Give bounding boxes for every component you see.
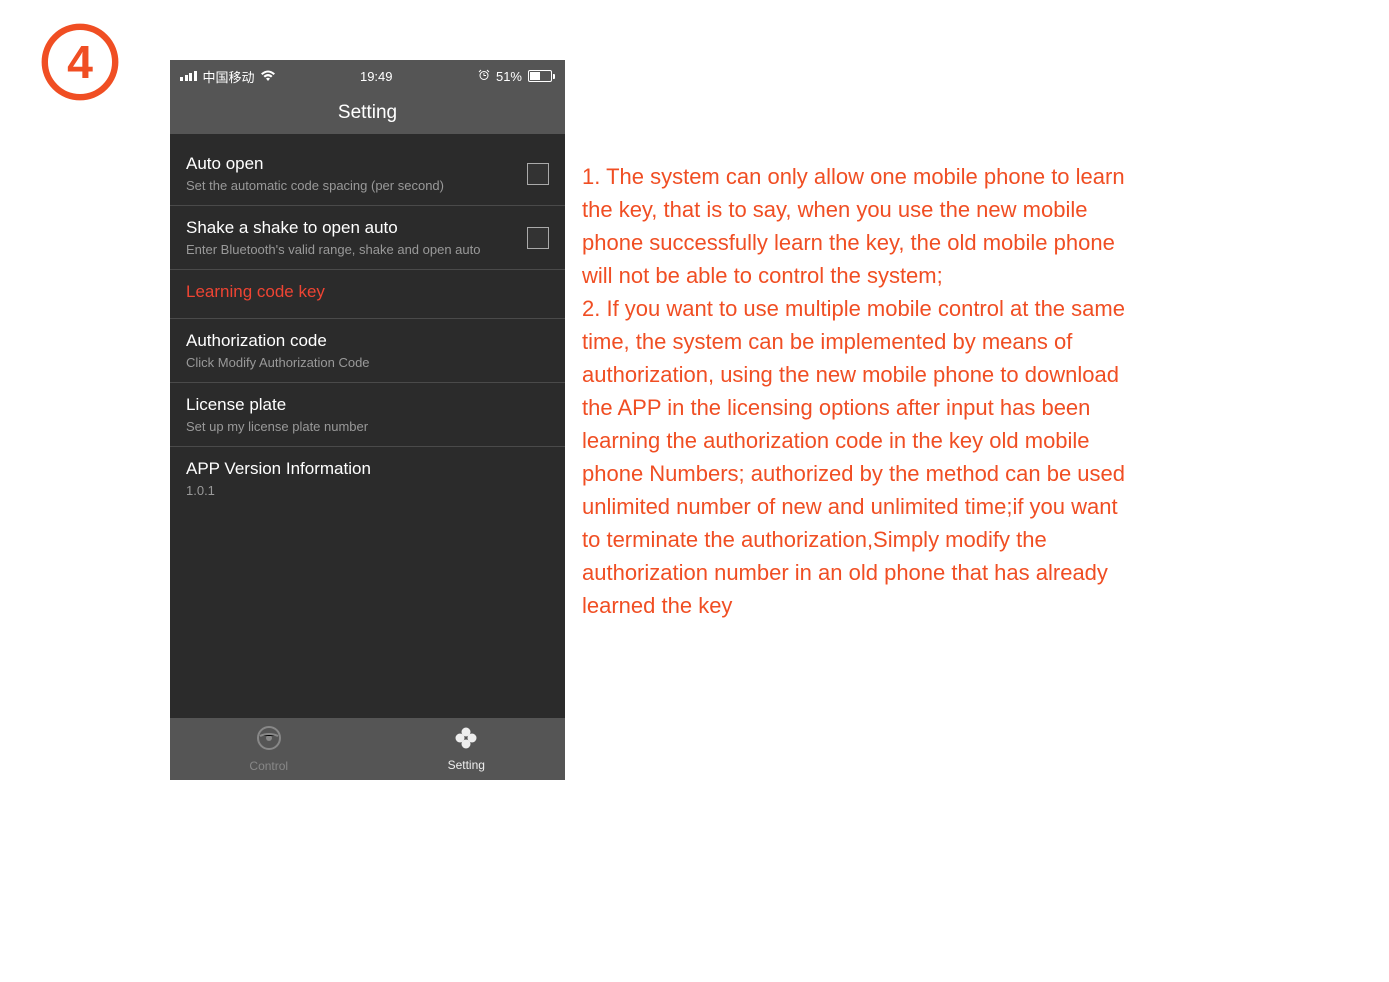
phone-screenshot: 中国移动 19:49 51% Setting Auto open Set the…	[170, 60, 565, 780]
svg-text:4: 4	[67, 36, 93, 88]
carrier-label: 中国移动	[203, 67, 255, 86]
checkbox[interactable]	[527, 227, 549, 249]
instruction-text: 1. The system can only allow one mobile …	[582, 160, 1137, 622]
setting-version-info[interactable]: APP Version Information 1.0.1	[170, 447, 565, 510]
setting-authorization-code[interactable]: Authorization code Click Modify Authoriz…	[170, 319, 565, 383]
setting-title: APP Version Information	[186, 459, 549, 479]
clock: 19:49	[360, 69, 393, 84]
status-bar: 中国移动 19:49 51%	[170, 60, 565, 92]
setting-title: Authorization code	[186, 331, 549, 351]
setting-title: Auto open	[186, 154, 519, 174]
clover-icon	[454, 726, 478, 755]
setting-title: Shake a shake to open auto	[186, 218, 519, 238]
battery-icon	[528, 70, 555, 82]
wifi-icon	[261, 69, 275, 84]
setting-learning-code[interactable]: Learning code key	[170, 270, 565, 319]
tab-control[interactable]: Control	[170, 718, 368, 780]
page-title: Setting	[170, 92, 565, 134]
setting-subtitle: Set up my license plate number	[186, 419, 549, 434]
setting-auto-open[interactable]: Auto open Set the automatic code spacing…	[170, 142, 565, 206]
tab-label: Control	[249, 759, 288, 773]
step-badge: 4	[40, 22, 120, 102]
setting-shake-open[interactable]: Shake a shake to open auto Enter Bluetoo…	[170, 206, 565, 270]
alarm-icon	[478, 69, 490, 84]
checkbox[interactable]	[527, 163, 549, 185]
setting-subtitle: Enter Bluetooth's valid range, shake and…	[186, 242, 519, 257]
steering-wheel-icon	[256, 725, 282, 756]
setting-subtitle: 1.0.1	[186, 483, 549, 498]
battery-percent: 51%	[496, 69, 522, 84]
setting-license-plate[interactable]: License plate Set up my license plate nu…	[170, 383, 565, 447]
setting-title: License plate	[186, 395, 549, 415]
tab-setting[interactable]: Setting	[368, 718, 566, 780]
signal-icon	[180, 71, 197, 81]
tab-label: Setting	[448, 758, 485, 772]
setting-title: Learning code key	[186, 282, 549, 302]
settings-list: Auto open Set the automatic code spacing…	[170, 134, 565, 718]
setting-subtitle: Set the automatic code spacing (per seco…	[186, 178, 519, 193]
setting-subtitle: Click Modify Authorization Code	[186, 355, 549, 370]
tab-bar: Control Setting	[170, 718, 565, 780]
